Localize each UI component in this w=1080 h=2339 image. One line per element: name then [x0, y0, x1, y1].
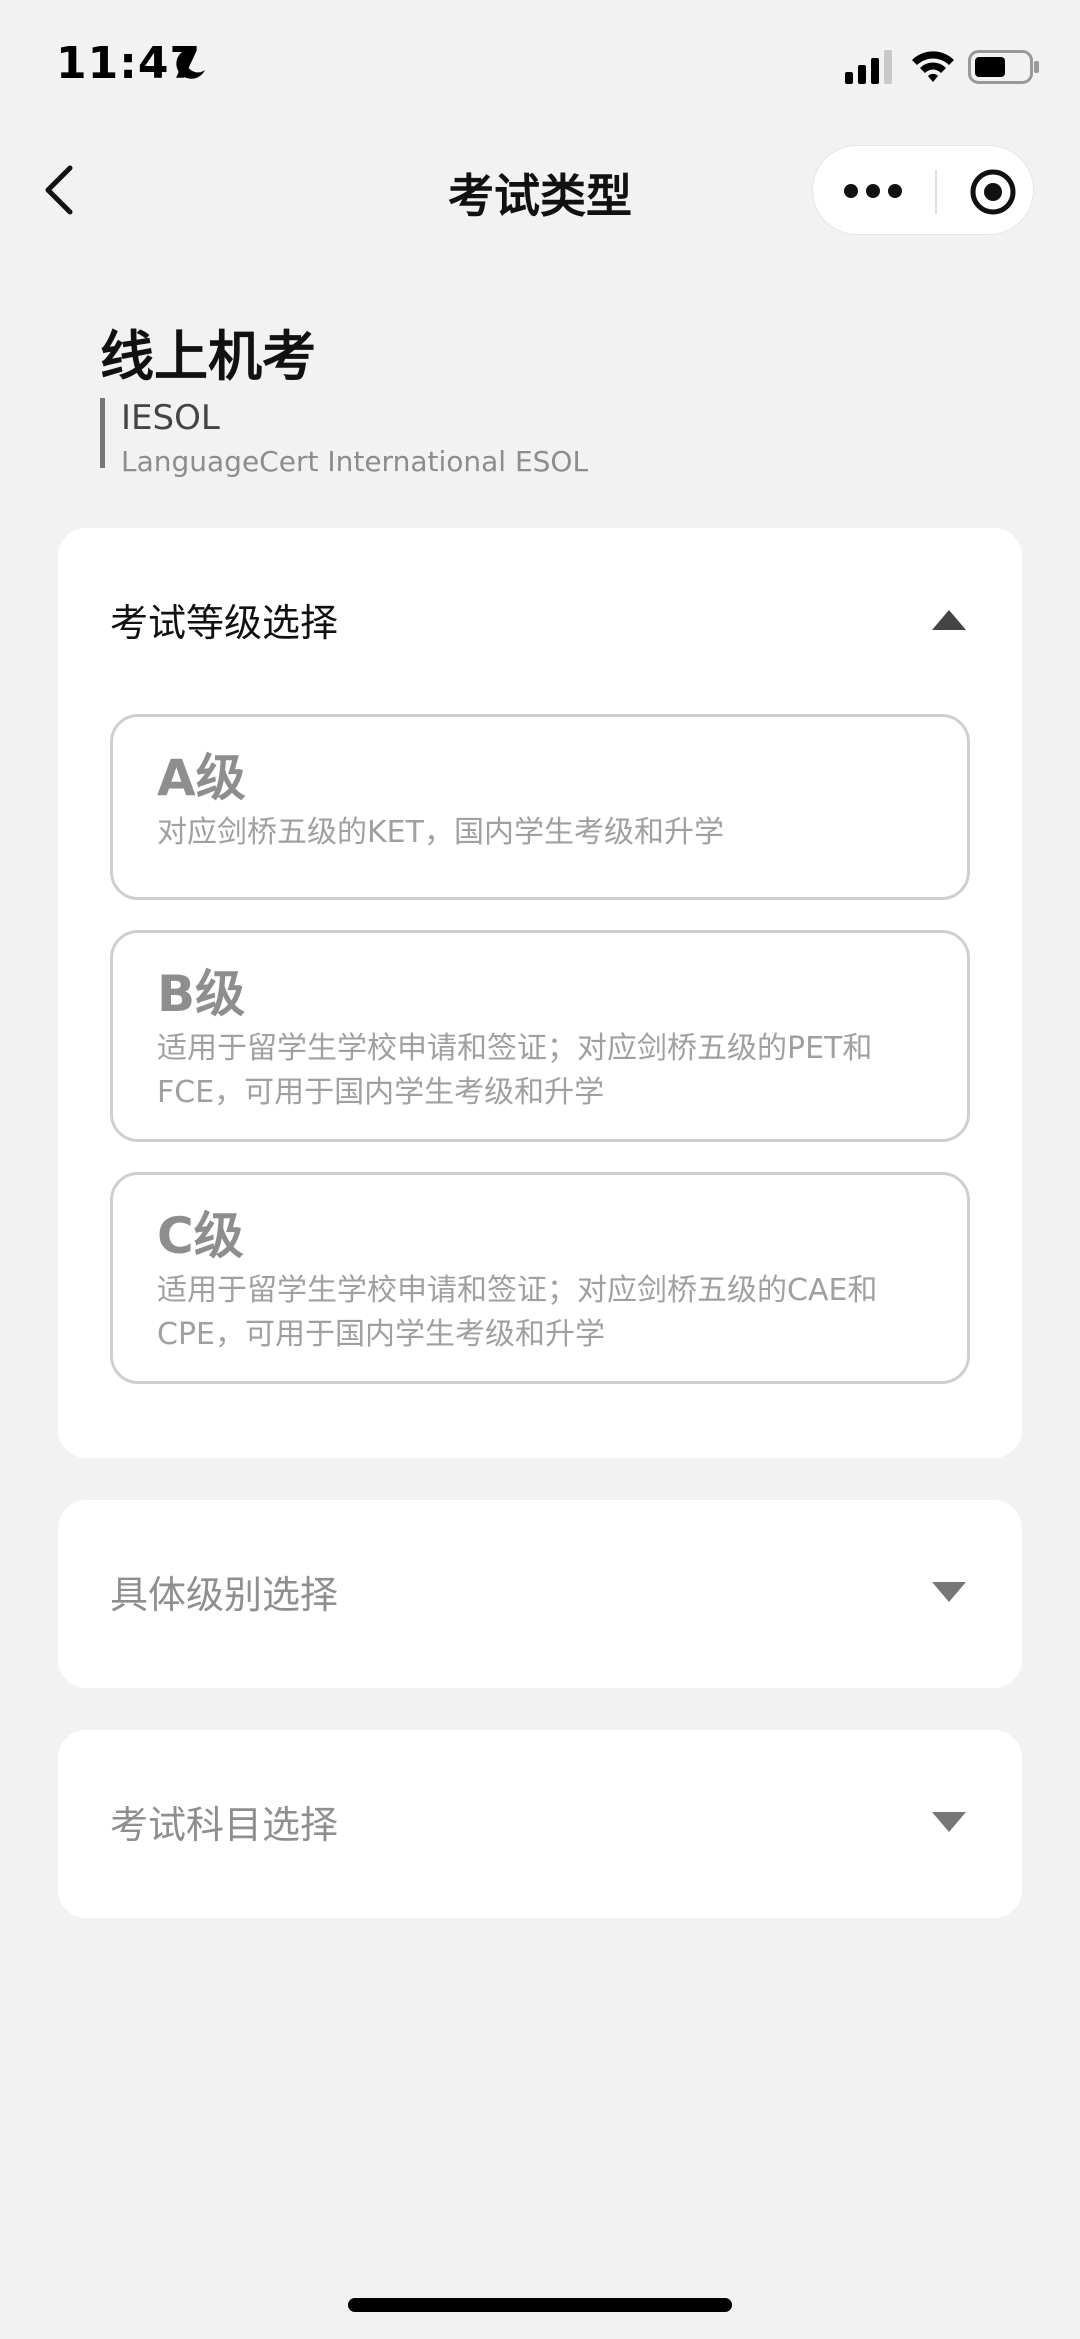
- option-desc-line-1: 适用于留学生学校申请和签证；对应剑桥五级的CAE和: [157, 1273, 878, 1308]
- option-title: A级: [157, 749, 246, 807]
- status-bar: 11:47: [0, 0, 1080, 130]
- option-desc: 对应剑桥五级的KET，国内学生考级和升学: [157, 815, 724, 850]
- level-select-header[interactable]: 考试等级选择: [110, 528, 970, 714]
- specific-level-card[interactable]: 具体级别选择: [58, 1500, 1022, 1688]
- exam-info: IESOL LanguageCert International ESOL: [100, 398, 588, 478]
- option-level-c[interactable]: C级 适用于留学生学校申请和签证；对应剑桥五级的CAE和 CPE，可用于国内学生…: [110, 1172, 970, 1384]
- specific-level-title: 具体级别选择: [110, 1573, 339, 1617]
- mini-program-capsule: [812, 145, 1034, 235]
- more-dots-icon[interactable]: [843, 171, 903, 211]
- level-select-card: 考试等级选择 A级 对应剑桥五级的KET，国内学生考级和升学 B级 适用于留学生…: [58, 528, 1022, 1458]
- signal-icon: [845, 50, 892, 84]
- option-desc-line-2: CPE，可用于国内学生考级和升学: [157, 1317, 605, 1352]
- option-title: B级: [157, 965, 246, 1023]
- home-indicator: [348, 2298, 732, 2312]
- specific-level-header[interactable]: 具体级别选择: [110, 1500, 970, 1686]
- subject-select-header[interactable]: 考试科目选择: [110, 1730, 970, 1916]
- option-desc-line-1: 适用于留学生学校申请和签证；对应剑桥五级的PET和: [157, 1031, 873, 1066]
- battery-icon: [968, 50, 1039, 84]
- wifi-icon: [912, 51, 954, 82]
- caret-up-icon: [932, 610, 966, 630]
- subject-select-card[interactable]: 考试科目选择: [58, 1730, 1022, 1918]
- level-select-title: 考试等级选择: [110, 601, 339, 645]
- exam-full-name: LanguageCert International ESOL: [121, 445, 589, 478]
- target-icon[interactable]: [969, 168, 1017, 216]
- capsule-divider: [935, 170, 937, 214]
- option-level-b[interactable]: B级 适用于留学生学校申请和签证；对应剑桥五级的PET和 FCE，可用于国内学生…: [110, 930, 970, 1142]
- subject-select-title: 考试科目选择: [110, 1803, 339, 1847]
- exam-code: IESOL: [121, 398, 220, 438]
- option-level-a[interactable]: A级 对应剑桥五级的KET，国内学生考级和升学: [110, 714, 970, 900]
- option-desc-line-2: FCE，可用于国内学生考级和升学: [157, 1075, 605, 1110]
- caret-down-icon: [932, 1812, 966, 1832]
- nav-bar: 考试类型: [0, 140, 1080, 240]
- option-title: C级: [157, 1207, 244, 1265]
- caret-down-icon: [932, 1582, 966, 1602]
- exam-mode-title: 线上机考: [100, 325, 316, 388]
- moon-icon: [176, 48, 205, 79]
